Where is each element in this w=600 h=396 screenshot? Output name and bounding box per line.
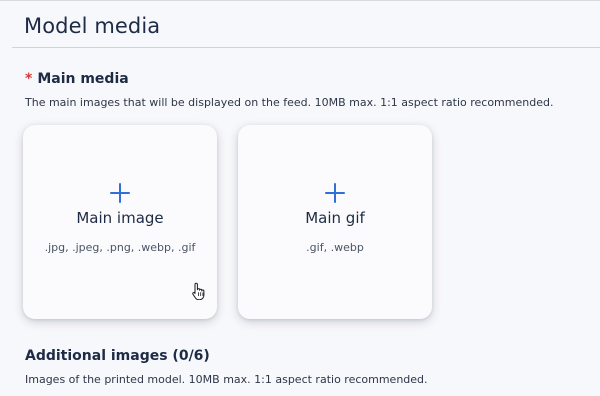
additional-images-heading: Additional images (0/6) [25,348,210,364]
required-marker: * [25,71,33,87]
main-image-formats: .jpg, .jpeg, .png, .webp, .gif [44,241,196,254]
page-title: Model media [24,14,161,38]
additional-images-description: Images of the printed model. 10MB max. 1… [25,373,428,386]
main-gif-upload-tile[interactable]: Main gif .gif, .webp [238,125,432,319]
plus-icon [110,183,130,203]
main-gif-label: Main gif [305,209,365,227]
title-divider [12,47,600,48]
hand-pointer-icon [192,282,205,300]
main-media-heading-label: Main media [37,71,129,87]
main-image-upload-tile[interactable]: Main image .jpg, .jpeg, .png, .webp, .gi… [23,125,217,319]
main-media-description: The main images that will be displayed o… [25,96,554,109]
top-divider [0,0,600,1]
plus-icon [325,183,345,203]
main-image-label: Main image [76,209,164,227]
main-media-heading: * Main media [25,71,129,87]
main-gif-formats: .gif, .webp [306,241,364,254]
